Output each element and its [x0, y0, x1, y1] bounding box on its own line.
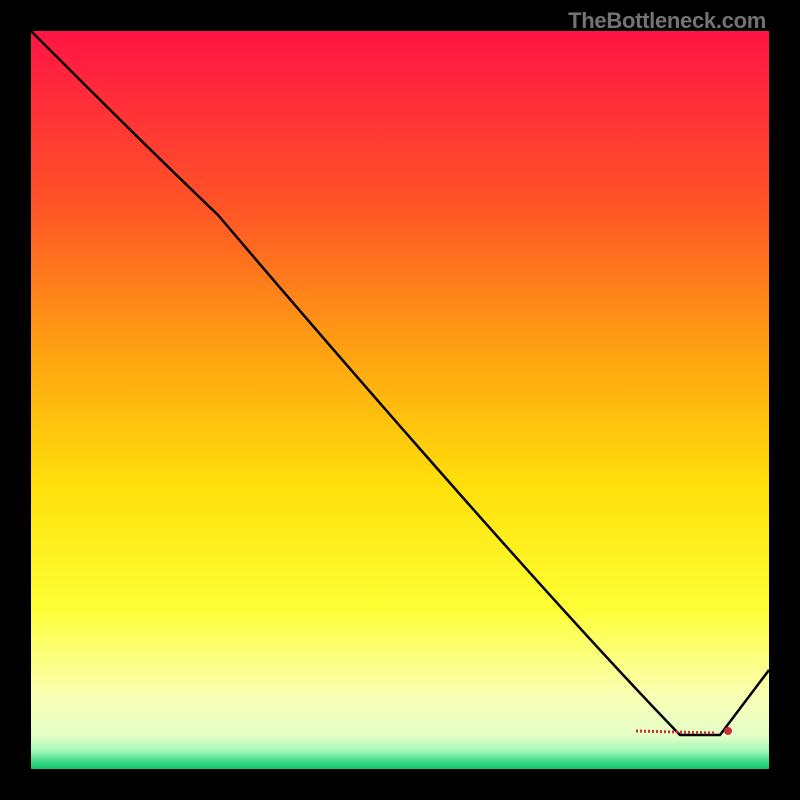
chart-container: TheBottleneck.com: [0, 0, 800, 800]
watermark-text: TheBottleneck.com: [568, 8, 766, 34]
gradient-background: [31, 31, 769, 769]
plot-area: [31, 31, 769, 769]
